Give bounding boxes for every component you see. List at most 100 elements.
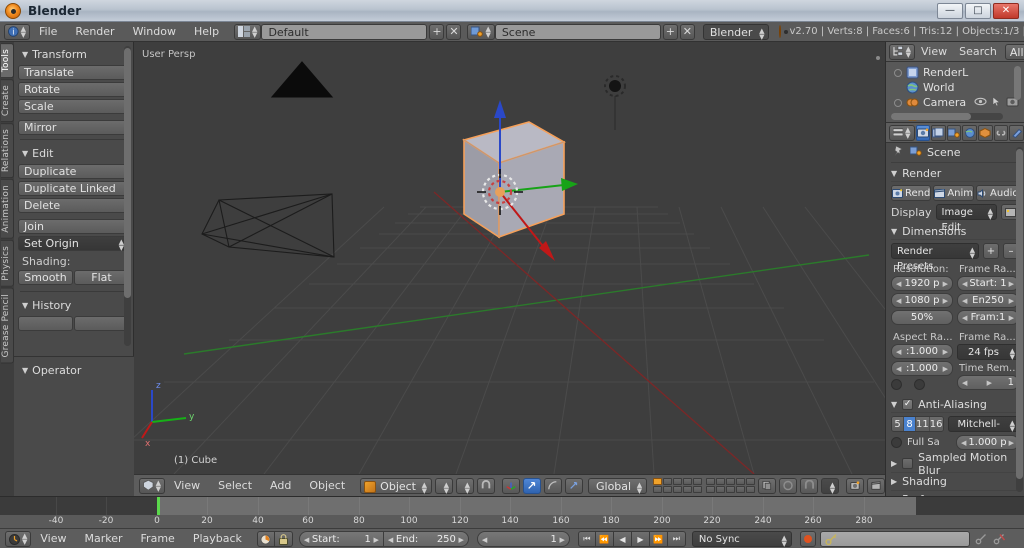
outliner-horizontal-scrollbar[interactable] (891, 113, 1003, 120)
transform-orientation-selector[interactable]: Global ▲ ▼ (588, 477, 648, 494)
viewport-menu-object[interactable]: Object (300, 478, 354, 494)
aa-sample-16[interactable]: 16 (929, 417, 943, 431)
history-undo-button[interactable] (18, 316, 73, 331)
panel-header-antialiasing[interactable]: ▼ ✓ Anti-Aliasing (891, 396, 1019, 413)
render-animation-button[interactable] (867, 477, 886, 494)
add-keyframe-button[interactable] (973, 531, 991, 547)
tool-delete-button[interactable]: Delete (18, 198, 129, 213)
add-preset-button[interactable]: + (983, 243, 999, 259)
arrow-left-icon[interactable]: ◀ (962, 280, 967, 288)
frame-end-field[interactable]: ◀ En250 ▶ (957, 293, 1019, 308)
arrow-right-icon[interactable]: ▶ (374, 536, 379, 544)
display-mode-selector[interactable]: Image Edit ▲ ▼ (935, 204, 997, 233)
interaction-mode-selector[interactable]: Object Mode ▲▼ (360, 477, 432, 508)
timeline-menu-frame[interactable]: Frame (132, 531, 184, 547)
layer-cell[interactable] (726, 478, 736, 485)
viewport-menu-view[interactable]: View (165, 478, 209, 494)
3d-viewport[interactable]: z y x User Persp (1) Cube (134, 42, 885, 474)
layer-cell[interactable] (693, 486, 703, 493)
arrow-right-icon[interactable]: ▶ (1009, 314, 1014, 322)
outliner-item-camera[interactable]: Camera (894, 95, 1022, 110)
delete-layout-button[interactable]: ✕ (446, 23, 462, 40)
lock-layers-button[interactable] (758, 477, 777, 494)
history-redo-button[interactable] (74, 316, 129, 331)
aa-sample-8[interactable]: 8 (904, 417, 917, 431)
keying-set-field[interactable] (819, 531, 970, 547)
properties-tab-modifiers[interactable] (1009, 124, 1024, 141)
arrow-right-icon[interactable]: ▶ (560, 536, 565, 544)
render-animation-button[interactable]: Anim (933, 185, 975, 201)
editor-type-properties-icon[interactable]: ▲ ▼ (889, 124, 915, 141)
render-engine-selector[interactable]: Blender Render ▲▼ (702, 23, 770, 54)
editor-type-3dview-icon[interactable]: ▲ ▼ (139, 477, 165, 494)
arrow-left-icon[interactable]: ◀ (896, 348, 901, 356)
resolution-x-field[interactable]: ◀ 1920 p ▶ (891, 276, 953, 291)
arrow-right-icon[interactable]: ▶ (1009, 280, 1014, 288)
layer-cell[interactable] (716, 486, 726, 493)
outliner-vertical-scrollbar[interactable] (1014, 66, 1021, 100)
tool-shade-smooth-button[interactable]: Smooth (18, 270, 73, 285)
scene-icon[interactable]: ▲ ▼ (467, 23, 495, 40)
current-frame-field[interactable]: ◀ 1 ▶ (476, 531, 570, 547)
editor-type-outliner-icon[interactable]: ▲ ▼ (889, 43, 915, 60)
arrow-right-icon[interactable]: ▶ (1009, 297, 1014, 305)
snap-target-selector[interactable]: ▲ ▼ (821, 477, 840, 494)
proportional-edit-button[interactable] (779, 477, 798, 494)
auto-keyframe-button[interactable] (256, 531, 275, 547)
screen-layout-icon[interactable]: ▲ ▼ (234, 23, 262, 40)
toolshelf-tab-grease-pencil[interactable]: Grease Pencil (1, 287, 14, 364)
editor-type-timeline-icon[interactable]: ▲ ▼ (5, 531, 32, 547)
layer-cell[interactable] (706, 486, 716, 493)
menu-help[interactable]: Help (185, 24, 228, 40)
tool-set-origin-dropdown[interactable]: Set Origin ▲ ▼ (18, 236, 129, 252)
arrow-left-icon[interactable]: ◀ (962, 297, 967, 305)
render-image-button[interactable]: Rend (891, 185, 932, 201)
frame-end-field[interactable]: ◀ End: 250 ▶ (383, 531, 469, 547)
arrow-right-icon[interactable]: ▶ (1009, 439, 1014, 447)
eye-icon[interactable] (974, 96, 987, 110)
expand-toggle-icon[interactable] (894, 98, 902, 107)
aspect-y-field[interactable]: ◀ :1.000 ▶ (891, 361, 953, 376)
play-button[interactable]: ▶ (631, 531, 650, 547)
tool-join-button[interactable]: Join (18, 219, 129, 234)
expand-toggle-icon[interactable] (894, 68, 902, 77)
editor-type-info-icon[interactable]: i ▲ ▼ (4, 23, 30, 40)
arrow-left-icon[interactable]: ◀ (896, 297, 901, 305)
next-keyframe-button[interactable]: ⏩ (649, 531, 668, 547)
menu-render[interactable]: Render (66, 24, 123, 40)
delete-scene-button[interactable]: ✕ (679, 23, 695, 40)
layer-cell[interactable] (683, 486, 693, 493)
scene-name[interactable]: Scene (494, 23, 661, 40)
antialiasing-checkbox[interactable]: ✓ (902, 398, 914, 410)
manipulator-toggle-button[interactable] (502, 477, 520, 494)
tool-duplicate-button[interactable]: Duplicate (18, 164, 129, 179)
menu-file[interactable]: File (30, 24, 66, 40)
manipulator-scale-button[interactable] (565, 477, 583, 494)
toolshelf-tab-animation[interactable]: Animation (1, 179, 14, 240)
arrow-right-icon[interactable]: ▶ (943, 365, 948, 373)
outliner-item-renderlayers[interactable]: RenderL (894, 65, 1022, 80)
layer-cell[interactable] (693, 478, 703, 485)
toolshelf-tab-physics[interactable]: Physics (1, 240, 14, 287)
layer-cell[interactable] (726, 486, 736, 493)
viewport-menu-select[interactable]: Select (209, 478, 261, 494)
properties-tab-render-layers[interactable] (931, 124, 946, 141)
aa-sample-11[interactable]: 11 (916, 417, 930, 431)
aa-filter-size-field[interactable]: ◀ 1.000 p ▶ (956, 435, 1019, 450)
arrow-left-icon[interactable]: ◀ (896, 365, 901, 373)
snap-element-button[interactable] (800, 477, 819, 494)
timeline-menu-marker[interactable]: Marker (76, 531, 132, 547)
toolshelf-tab-relations[interactable]: Relations (1, 123, 14, 179)
crop-toggle[interactable] (914, 379, 925, 390)
layer-cell[interactable] (683, 478, 693, 485)
screen-layout-name[interactable]: Default (261, 23, 428, 40)
tool-rotate-button[interactable]: Rotate (18, 82, 129, 97)
render-presets-selector[interactable]: Render Presets ▲ ▼ (891, 243, 979, 272)
time-remap-field[interactable]: ◀ ▶ 1 (957, 375, 1019, 390)
arrow-right-icon[interactable]: ▶ (943, 297, 948, 305)
frame-rate-selector[interactable]: 24 fps ▲ ▼ (957, 344, 1019, 361)
outliner-menu-view[interactable]: View (915, 44, 953, 60)
arrow-left-icon[interactable]: ◀ (896, 280, 901, 288)
jump-to-end-button[interactable]: ⏭ (667, 531, 686, 547)
layer-block-2[interactable] (706, 478, 756, 493)
